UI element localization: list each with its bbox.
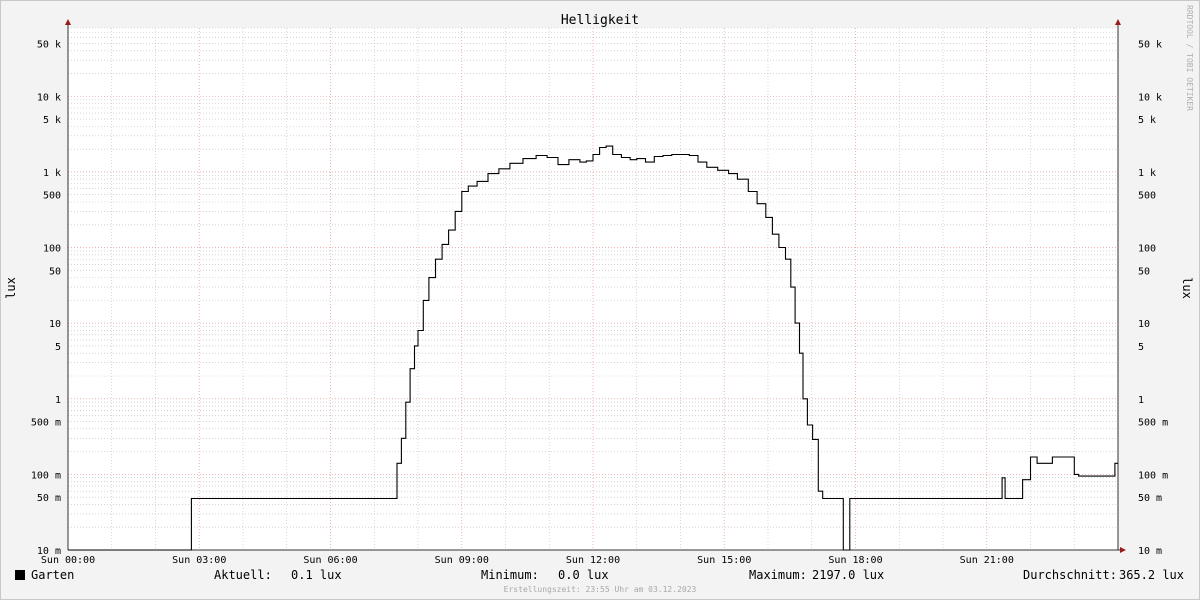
x-tick-label: Sun 09:00 bbox=[435, 555, 489, 566]
y-tick-label-right: 1 bbox=[1138, 395, 1144, 406]
chart-title: Helligkeit bbox=[561, 13, 639, 28]
y-axis-label-right: lux bbox=[1180, 277, 1194, 299]
stat-maximum-value: 2197.0 lux bbox=[812, 568, 884, 582]
stat-maximum-label: Maximum: bbox=[749, 568, 807, 582]
stat-current-label: Aktuell: bbox=[214, 568, 272, 582]
y-axis-arrow-left bbox=[65, 19, 71, 25]
y-tick-label-left: 10 k bbox=[37, 92, 61, 103]
y-axis-label-left: lux bbox=[4, 277, 18, 299]
legend-swatch bbox=[15, 570, 25, 580]
y-tick-label-left: 500 bbox=[43, 191, 61, 202]
stat-minimum-value: 0.0 lux bbox=[558, 568, 609, 582]
x-tick-label: Sun 15:00 bbox=[697, 555, 751, 566]
y-tick-label-left: 5 k bbox=[43, 115, 61, 126]
y-tick-label-right: 100 bbox=[1138, 244, 1156, 255]
watermark: RRDTOOL / TOBI OETIKER bbox=[1185, 5, 1194, 111]
y-tick-label-left: 500 m bbox=[31, 418, 61, 429]
x-tick-label: Sun 21:00 bbox=[960, 555, 1014, 566]
y-tick-label-right: 10 m bbox=[1138, 546, 1162, 557]
x-tick-label: Sun 12:00 bbox=[566, 555, 620, 566]
y-tick-label-left: 100 m bbox=[31, 470, 61, 481]
y-tick-label-left: 5 bbox=[55, 342, 61, 353]
stat-average-label: Durchschnitt: bbox=[1023, 568, 1117, 582]
stat-minimum-label: Minimum: bbox=[481, 568, 539, 582]
x-tick-label: Sun 03:00 bbox=[172, 555, 226, 566]
y-tick-label-right: 500 m bbox=[1138, 418, 1168, 429]
y-axis-arrow-right bbox=[1115, 19, 1121, 25]
legend: Garten Aktuell: 0.1 lux Minimum: 0.0 lux… bbox=[15, 568, 1184, 582]
stat-average-value: 365.2 lux bbox=[1119, 568, 1184, 582]
x-tick-label: Sun 06:00 bbox=[303, 555, 357, 566]
y-tick-label-left: 50 bbox=[49, 266, 61, 277]
y-tick-label-left: 10 bbox=[49, 319, 61, 330]
y-tick-label-left: 10 m bbox=[37, 546, 61, 557]
y-tick-label-left: 1 bbox=[55, 395, 61, 406]
legend-series-label: Garten bbox=[31, 568, 74, 582]
stat-current-value: 0.1 lux bbox=[291, 568, 342, 582]
y-tick-label-left: 1 k bbox=[43, 168, 61, 179]
x-tick-label: Sun 18:00 bbox=[828, 555, 882, 566]
y-tick-label-right: 50 k bbox=[1138, 39, 1162, 50]
y-tick-label-left: 50 k bbox=[37, 39, 61, 50]
y-tick-label-right: 100 m bbox=[1138, 470, 1168, 481]
y-tick-label-right: 10 bbox=[1138, 319, 1150, 330]
y-tick-label-right: 50 bbox=[1138, 266, 1150, 277]
x-axis-arrow bbox=[1120, 547, 1126, 553]
creation-time-note: Erstellungszeit: 23:55 Uhr am 03.12.2023 bbox=[504, 585, 697, 594]
y-tick-label-right: 1 k bbox=[1138, 168, 1156, 179]
y-tick-label-left: 100 bbox=[43, 244, 61, 255]
chart-svg: Sun 00:00 Sun 03:00 Sun 06:00 Sun 09:00 Sun … bbox=[4, 5, 1194, 594]
y-tick-label-right: 500 bbox=[1138, 191, 1156, 202]
chart-frame: Sun 00:00 Sun 03:00 Sun 06:00 Sun 09:00 Sun … bbox=[0, 0, 1200, 600]
y-tick-label-right: 50 m bbox=[1138, 493, 1162, 504]
y-tick-label-left: 50 m bbox=[37, 493, 61, 504]
y-tick-label-right: 5 k bbox=[1138, 115, 1156, 126]
y-tick-label-right: 5 bbox=[1138, 342, 1144, 353]
y-tick-label-right: 10 k bbox=[1138, 92, 1162, 103]
